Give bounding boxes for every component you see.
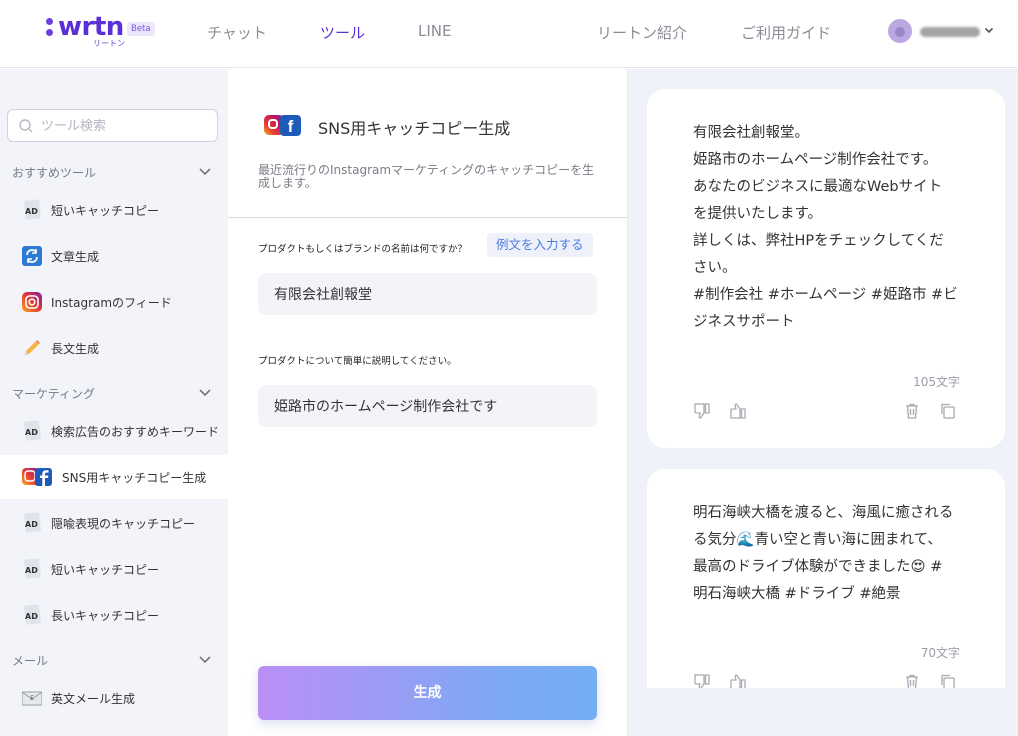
ad-icon: AD [22, 512, 42, 533]
username-redacted [920, 27, 980, 37]
sidebar-item-sns-copy[interactable]: SNS用キャッチコピー生成 [0, 455, 228, 499]
chevron-down-icon [199, 656, 211, 664]
brand-name-input[interactable] [274, 284, 584, 304]
divider [228, 217, 627, 218]
section-marketing[interactable]: マーケティング [12, 383, 212, 403]
sidebar-item-text-gen[interactable]: 文章生成 [0, 234, 228, 278]
nav-line[interactable]: LINE [418, 22, 451, 40]
thumbs-down-icon[interactable] [693, 402, 711, 420]
user-menu[interactable] [888, 19, 998, 45]
result-line: ジネスサポート [693, 314, 795, 330]
section-recommended[interactable]: おすすめツール [12, 162, 212, 182]
sidebar-item-long-text[interactable]: 長文生成 [0, 326, 228, 370]
sidebar-item-label: 長いキャッチコピー [51, 609, 160, 623]
nav-guide[interactable]: ご利用ガイド [741, 22, 831, 43]
char-count: 70文字 [920, 646, 960, 660]
result-line: #制作会社 #ホームページ #姫路市 #ビ [693, 287, 958, 303]
instagram-icon [22, 292, 42, 312]
top-header: wrtn リートン Beta チャット ツール LINE リートン紹介 ご利用ガ… [0, 0, 1018, 68]
sidebar-item-label: 長文生成 [51, 342, 100, 356]
sidebar-item-long-copy[interactable]: AD 長いキャッチコピー [0, 593, 228, 637]
result-card: 有限会社創報堂。 姫路市のホームページ制作会社です。 あなたのビジネスに最適なW… [647, 89, 1005, 448]
result-line: る気分🌊青い空と青い海に囲まれて、 [693, 532, 942, 548]
ad-icon: AD [22, 604, 42, 625]
brand-name-label: プロダクトもしくはブランドの名前は何ですか？ [258, 244, 468, 255]
ad-icon: AD [22, 558, 42, 579]
result-text[interactable]: 有限会社創報堂。 姫路市のホームページ制作会社です。 あなたのビジネスに最適なW… [693, 120, 963, 336]
sidebar-item-label: SNS用キャッチコピー生成 [62, 471, 207, 485]
sidebar-item-label: 短いキャッチコピー [51, 563, 160, 577]
sidebar-item-search-keywords[interactable]: AD 検索広告のおすすめキーワード [0, 409, 228, 453]
char-count: 105文字 [913, 375, 960, 389]
search-icon [19, 119, 33, 133]
thumbs-up-icon[interactable] [729, 402, 747, 420]
tool-description: 最近流行りのInstagramマーケティングのキャッチコピーを生成します。 [258, 163, 595, 190]
tool-search[interactable] [7, 109, 218, 142]
brand-name-field[interactable] [258, 273, 597, 315]
result-line: 最高のドライブ体験ができました😍 # [693, 559, 943, 575]
result-line: を提供いたします。 [693, 206, 823, 222]
section-label: マーケティング [12, 387, 96, 401]
tool-form-panel: f SNS用キャッチコピー生成 最近流行りのInstagramマーケティングのキ… [228, 69, 628, 736]
logo-subtitle: リートン [93, 39, 125, 48]
chevron-down-icon [199, 389, 211, 397]
wrtn-logo[interactable]: wrtn リートン Beta [44, 12, 155, 52]
facebook-icon: f [280, 115, 301, 136]
pencil-icon [25, 340, 40, 355]
product-description-field[interactable] [258, 385, 597, 427]
sidebar-item-label: 短いキャッチコピー [51, 204, 160, 218]
ad-icon: AD [22, 420, 42, 441]
sidebar-item-label: 検索広告のおすすめキーワード [51, 425, 220, 439]
svg-text:E: E [30, 695, 34, 702]
sidebar-item-label: Instagramのフィード [51, 296, 172, 310]
refresh-icon [22, 246, 42, 266]
section-mail[interactable]: メール [12, 650, 212, 670]
tool-title: SNS用キャッチコピー生成 [318, 119, 511, 138]
sns-icon [22, 467, 54, 487]
result-line: 姫路市のホームページ制作会社です。 [693, 152, 938, 168]
nav-about[interactable]: リートン紹介 [597, 22, 687, 43]
trash-icon[interactable] [903, 402, 921, 420]
sidebar-item-short-copy-2[interactable]: AD 短いキャッチコピー [0, 547, 228, 591]
sidebar-item-metaphor-copy[interactable]: AD 隠喩表現のキャッチコピー [0, 501, 228, 545]
sidebar-item-instagram-feed[interactable]: Instagramのフィード [0, 280, 228, 324]
product-description-label: プロダクトについて簡単に説明してください。 [258, 356, 457, 367]
generate-button[interactable]: 生成 [258, 666, 597, 720]
chevron-down-icon [199, 168, 211, 176]
logo-dots-icon [46, 18, 54, 38]
avatar [888, 19, 912, 43]
sidebar-item-short-copy[interactable]: AD 短いキャッチコピー [0, 188, 228, 232]
result-line: 有限会社創報堂。 [693, 125, 809, 141]
sidebar: おすすめツール AD 短いキャッチコピー 文章生成 Instagramのフィード… [0, 69, 228, 736]
result-line: 明石海峡大橋 #ドライブ #絶景 [693, 586, 901, 602]
result-line: あなたのビジネスに最適なWebサイト [693, 179, 943, 195]
section-label: おすすめツール [12, 166, 97, 180]
example-fill-button[interactable]: 例文を入力する [487, 233, 593, 257]
section-label: メール [12, 654, 49, 668]
nav-tools[interactable]: ツール [320, 22, 365, 43]
beta-badge: Beta [127, 22, 155, 36]
results-panel: 有限会社創報堂。 姫路市のホームページ制作会社です。 あなたのビジネスに最適なW… [628, 69, 1018, 736]
nav-chat[interactable]: チャット [207, 22, 267, 43]
result-line: 詳しくは、弊社HPをチェックしてくだ [693, 233, 944, 249]
result-text[interactable]: 明石海峡大橋を渡ると、海風に癒される る気分🌊青い空と青い海に囲まれて、 最高の… [693, 500, 963, 608]
sns-icon: f [264, 113, 304, 137]
ad-icon: AD [22, 199, 42, 220]
sidebar-item-english-mail[interactable]: E 英文メール生成 [0, 676, 228, 720]
result-line: 明石海峡大橋を渡ると、海風に癒される [693, 505, 954, 521]
product-description-input[interactable] [274, 396, 584, 416]
envelope-icon: E [22, 691, 42, 706]
chevron-down-icon [984, 27, 994, 34]
result-line: さい。 [693, 260, 737, 276]
search-input[interactable] [41, 116, 211, 136]
copy-icon[interactable] [939, 402, 957, 420]
sidebar-item-label: 隠喩表現のキャッチコピー [51, 517, 196, 531]
sidebar-item-label: 文章生成 [51, 250, 100, 264]
sidebar-item-label: 英文メール生成 [51, 692, 136, 706]
results-fade [647, 688, 1005, 736]
